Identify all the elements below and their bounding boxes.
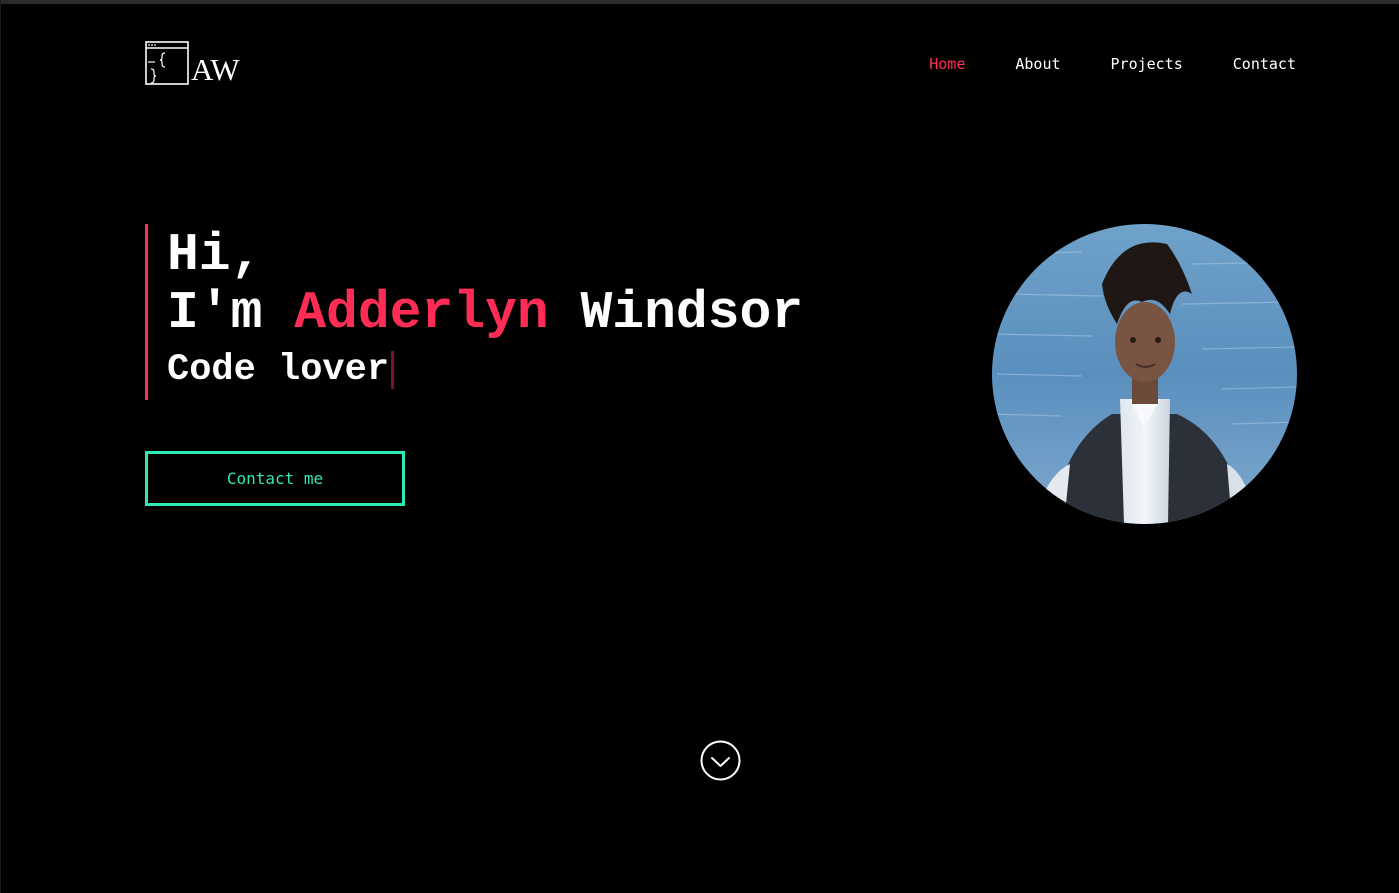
- chevron-down-circle-icon: [700, 740, 741, 781]
- nav-item-projects[interactable]: Projects: [1111, 54, 1183, 74]
- hero-last-name: Windsor: [580, 283, 804, 343]
- main-nav: Home About Projects Contact: [929, 54, 1296, 74]
- code-window-icon: [145, 41, 189, 85]
- scroll-down-button[interactable]: [700, 740, 741, 781]
- hero-role-line: Code lover: [167, 344, 803, 396]
- contact-me-button[interactable]: Contact me: [145, 451, 405, 506]
- hero-role: Code lover: [167, 349, 390, 391]
- hero-first-name: Adderlyn: [294, 283, 549, 343]
- nav-item-contact[interactable]: Contact: [1233, 54, 1296, 74]
- logo-text: AW: [191, 51, 240, 87]
- profile-photo: [992, 224, 1297, 524]
- hero-intro: I'm: [167, 283, 263, 343]
- nav-item-home[interactable]: Home: [929, 54, 965, 74]
- hero-name-line: I'm Adderlyn Windsor: [167, 284, 803, 342]
- nav-item-about[interactable]: About: [1015, 54, 1060, 74]
- window-top-border: [0, 0, 1399, 4]
- typing-caret: [391, 351, 395, 389]
- hero-greeting: Hi,: [167, 225, 263, 285]
- window-left-border: [0, 0, 1, 893]
- hero-heading-block: Hi, I'm Adderlyn Windsor Code lover: [145, 224, 803, 400]
- logo-link[interactable]: AW: [145, 40, 240, 87]
